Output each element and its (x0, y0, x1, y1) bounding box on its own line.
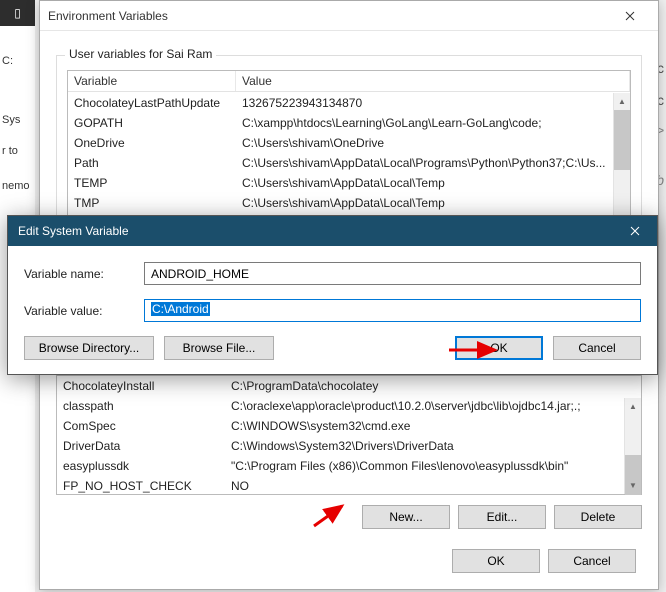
dialog-title: Edit System Variable (18, 224, 612, 238)
table-row[interactable]: TMPC:\Users\shivam\AppData\Local\Temp (68, 193, 613, 213)
table-row[interactable]: FP_NO_HOST_CHECKNO (57, 476, 624, 494)
edit-titlebar[interactable]: Edit System Variable (8, 216, 657, 246)
bg-app-icon: ▯ (0, 0, 35, 26)
new-button[interactable]: New... (362, 505, 450, 529)
table-row[interactable]: ComSpecC:\WINDOWS\system32\cmd.exe (57, 416, 624, 436)
ok-button[interactable]: OK (452, 549, 540, 573)
scrollbar[interactable]: ▲ ▼ (624, 398, 641, 494)
cancel-button[interactable]: Cancel (553, 336, 641, 360)
user-variables-group: User variables for Sai Ram Variable Valu… (56, 55, 642, 231)
bg-text: C: (2, 55, 13, 67)
system-rows: ChocolateyInstallC:\ProgramData\chocolat… (57, 376, 624, 494)
system-variables-table[interactable]: ChocolateyInstallC:\ProgramData\chocolat… (56, 375, 642, 495)
window-title: Environment Variables (48, 9, 610, 23)
system-variables-group: ChocolateyInstallC:\ProgramData\chocolat… (56, 375, 642, 529)
variable-value-label: Variable value: (24, 304, 144, 318)
table-row[interactable]: PathC:\Users\shivam\AppData\Local\Progra… (68, 153, 613, 173)
col-variable[interactable]: Variable (68, 71, 236, 91)
close-icon[interactable] (610, 1, 650, 31)
scroll-up-icon[interactable]: ▲ (625, 398, 641, 415)
col-value[interactable]: Value (236, 71, 630, 91)
table-row[interactable]: GOPATHC:\xampp\htdocs\Learning\GoLang\Le… (68, 113, 613, 133)
selected-text: C:\Android (151, 302, 210, 316)
table-row[interactable]: ChocolateyLastPathUpdate1326752239431348… (68, 93, 613, 113)
close-icon[interactable] (612, 216, 657, 246)
table-row[interactable]: easyplussdk"C:\Program Files (x86)\Commo… (57, 456, 624, 476)
table-row[interactable]: classpathC:\oraclexe\app\oracle\product\… (57, 396, 624, 416)
edit-system-variable-dialog: Edit System Variable Variable name: Vari… (7, 215, 658, 375)
variable-name-input[interactable] (144, 262, 641, 285)
table-row[interactable]: TEMPC:\Users\shivam\AppData\Local\Temp (68, 173, 613, 193)
edit-button[interactable]: Edit... (458, 505, 546, 529)
browse-file-button[interactable]: Browse File... (164, 336, 274, 360)
user-variables-table[interactable]: Variable Value ChocolateyLastPathUpdate1… (67, 70, 631, 220)
browse-directory-button[interactable]: Browse Directory... (24, 336, 154, 360)
cancel-button[interactable]: Cancel (548, 549, 636, 573)
delete-button[interactable]: Delete (554, 505, 642, 529)
variable-name-label: Variable name: (24, 267, 144, 281)
table-row[interactable]: DriverDataC:\Windows\System32\Drivers\Dr… (57, 436, 624, 456)
ok-button[interactable]: OK (455, 336, 543, 360)
variable-value-input[interactable]: C:\Android (144, 299, 641, 322)
env-titlebar[interactable]: Environment Variables (40, 1, 658, 31)
table-row[interactable]: OneDriveC:\Users\shivam\OneDrive (68, 133, 613, 153)
bg-text: nemo (2, 180, 30, 192)
bg-text: Sys (2, 114, 20, 126)
scroll-thumb[interactable] (614, 110, 630, 170)
group-label: User variables for Sai Ram (65, 47, 216, 61)
scroll-up-icon[interactable]: ▲ (614, 93, 630, 110)
user-rows: ChocolateyLastPathUpdate1326752239431348… (68, 93, 613, 219)
table-header: Variable Value (68, 71, 630, 92)
bg-text: r to (2, 145, 18, 157)
table-row[interactable]: ChocolateyInstallC:\ProgramData\chocolat… (57, 376, 624, 396)
scroll-down-icon[interactable]: ▼ (625, 477, 641, 494)
scrollbar[interactable]: ▲ (613, 93, 630, 219)
